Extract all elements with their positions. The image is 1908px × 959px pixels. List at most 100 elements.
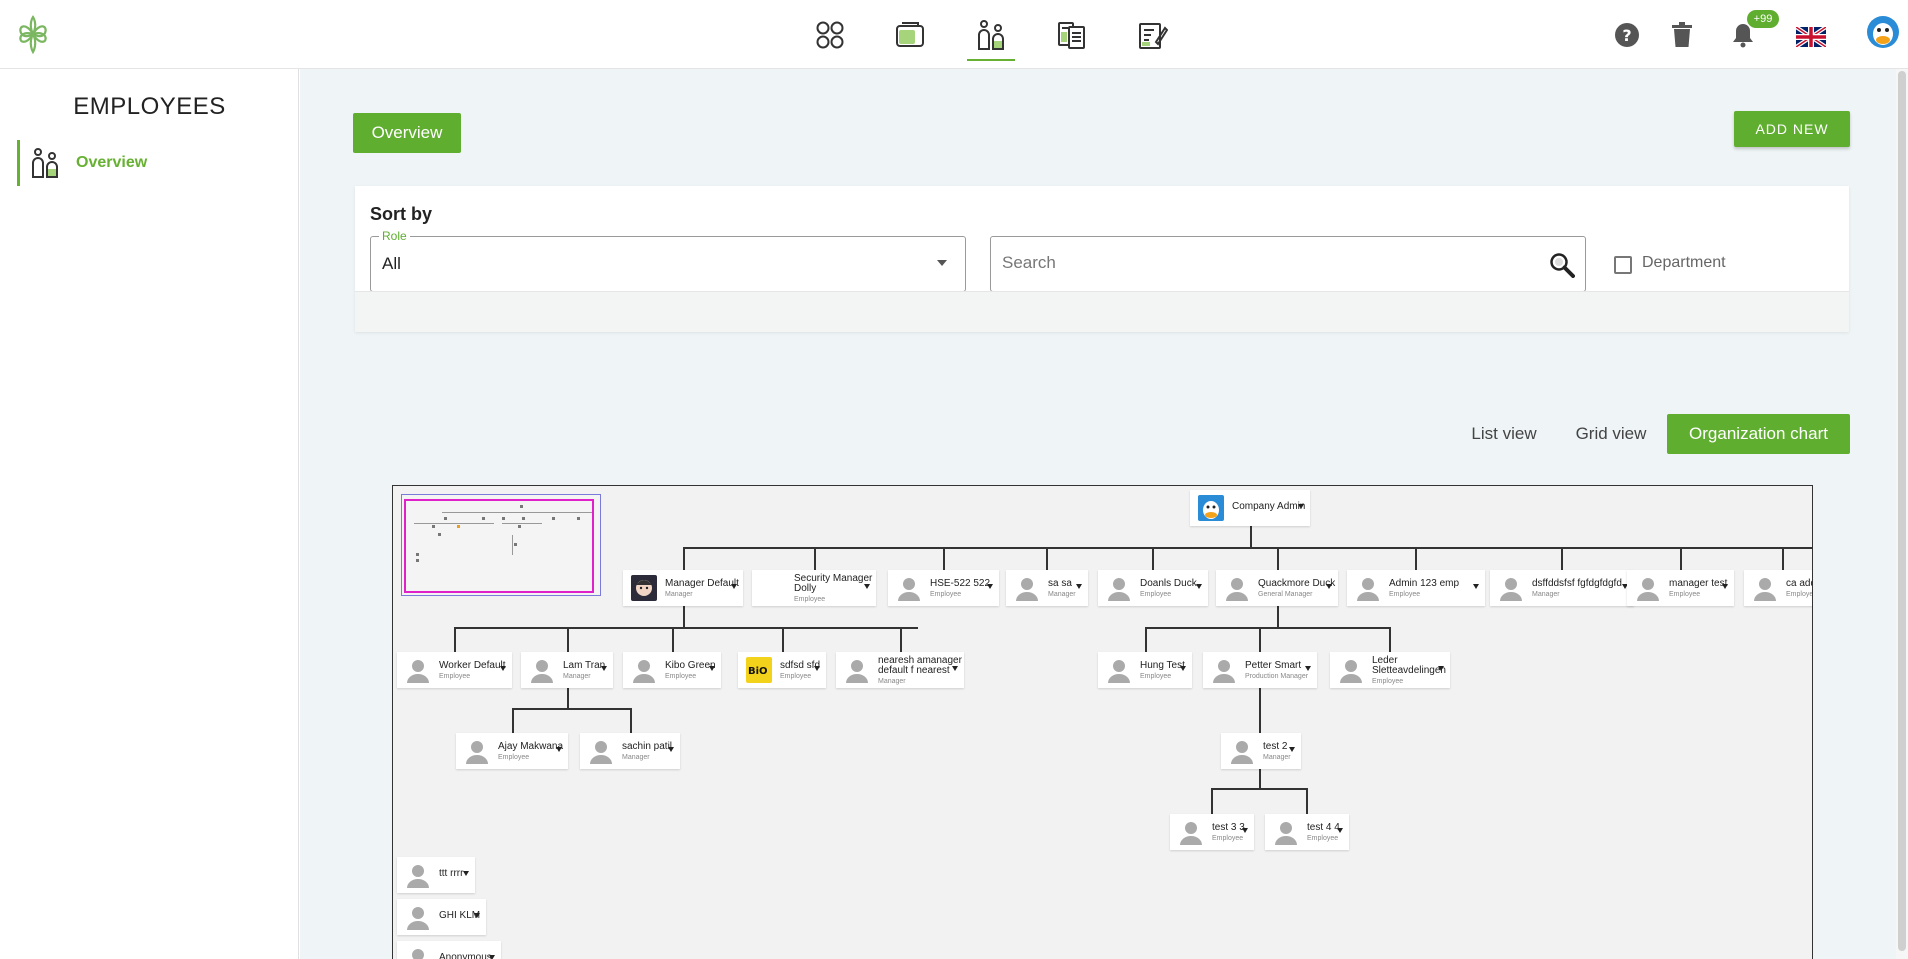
chevron-down-icon[interactable] [556,747,562,752]
org-node[interactable]: Manager Default Manager [623,570,743,606]
org-chart-minimap[interactable] [401,494,601,596]
org-node[interactable]: Petter Smart Production Manager [1203,652,1317,688]
forms-icon[interactable] [1137,18,1169,52]
employee-role: Employee [665,672,697,680]
org-node[interactable]: Lam Tran Manager [521,652,613,688]
org-node-root[interactable]: Company Admin [1190,490,1310,526]
org-connector [782,627,784,652]
app-logo[interactable] [12,14,54,56]
org-node[interactable]: dsffddsfsf fgfdgfdgfd Manager [1490,570,1634,606]
org-node[interactable]: Ajay Makwana Employee [456,733,568,769]
org-node[interactable]: Hung Test Employee [1098,652,1192,688]
org-connector [512,708,631,710]
uk-flag-icon[interactable] [1796,22,1826,52]
org-node[interactable]: HSE-522 522 Employee [888,570,999,606]
sidebar-item-overview[interactable]: Overview [17,140,277,186]
chevron-down-icon[interactable] [1242,828,1248,833]
chevron-down-icon[interactable] [1305,666,1311,671]
page-scrollbar[interactable] [1896,69,1908,959]
org-node[interactable]: Leder Sletteavdelingen Employee [1330,652,1450,688]
org-connector [683,547,1812,549]
avatar [407,865,429,888]
org-node[interactable]: sachin patil Manager [580,733,680,769]
inbox-icon[interactable] [894,18,926,52]
documents-icon[interactable] [1056,18,1088,52]
trash-icon[interactable] [1667,20,1697,50]
sort-panel: Sort by Role All Department [355,186,1849,332]
chevron-down-icon[interactable] [1180,666,1186,671]
role-select[interactable]: Role All [370,229,966,292]
chevron-down-icon[interactable] [1076,584,1082,589]
org-node[interactable]: GHI KLM [397,899,486,935]
employee-role: Manager [1532,590,1560,598]
search-input[interactable] [1002,253,1502,273]
org-node[interactable]: ca addeEmployee [1744,570,1813,606]
avatar [531,660,553,683]
avatar [1213,660,1235,683]
search-icon[interactable] [1549,252,1575,278]
tab-organization-chart[interactable]: Organization chart [1667,414,1850,454]
chevron-down-icon[interactable] [1298,504,1304,509]
org-node[interactable]: test 4 4 Employee [1265,814,1349,850]
chevron-down-icon[interactable] [1722,584,1728,589]
department-checkbox[interactable] [1614,256,1632,274]
chevron-down-icon[interactable] [864,584,870,589]
chevron-down-icon[interactable] [474,913,480,918]
tab-grid-view[interactable]: Grid view [1567,414,1655,454]
add-new-button[interactable]: ADD NEW [1734,111,1850,147]
chevron-down-icon[interactable] [1473,584,1479,589]
avatar [466,741,488,764]
org-connector [630,708,632,733]
org-node[interactable]: Admin 123 emp Employee [1347,570,1485,606]
chevron-down-icon[interactable] [1438,666,1444,671]
minimap-viewport[interactable] [404,499,594,593]
chevron-down-icon[interactable] [668,747,674,752]
org-connector [567,627,569,652]
org-node[interactable]: manager test Employee [1627,570,1734,606]
org-node[interactable]: Quackmore Duck General Manager [1216,570,1338,606]
chevron-down-icon[interactable] [1289,747,1295,752]
chevron-down-icon[interactable] [463,871,469,876]
chevron-down-icon[interactable] [1326,584,1332,589]
chevron-down-icon[interactable] [814,666,820,671]
chevron-down-icon[interactable] [952,666,958,671]
scrollbar-thumb[interactable] [1898,71,1906,951]
chevron-down-icon[interactable] [987,584,993,589]
org-node[interactable]: Worker Default Employee [397,652,512,688]
org-node[interactable]: test 3 3 Employee [1170,814,1254,850]
org-chart[interactable]: Company Admin Manager Default Manager Secur… [392,485,1813,959]
org-node[interactable]: Anonymous [397,941,501,959]
org-connector [1277,606,1279,628]
tab-list-view[interactable]: List view [1461,414,1547,454]
chevron-down-icon[interactable] [601,666,607,671]
chevron-down-icon[interactable] [731,584,737,589]
org-node[interactable]: ttt rrrr [397,857,475,893]
org-node[interactable]: Doanls Duck Employee [1098,570,1208,606]
sort-panel-footer [355,291,1849,332]
chevron-down-icon[interactable] [1337,828,1343,833]
dashboard-icon[interactable] [814,18,846,52]
avatar [898,578,920,601]
employee-role: Employee [930,590,962,598]
avatar [1016,578,1038,601]
help-icon[interactable]: ? [1612,20,1642,50]
org-connector [683,547,685,570]
overview-button[interactable]: Overview [353,113,461,153]
user-avatar[interactable] [1866,15,1900,49]
org-node[interactable]: nearesh amanager default f nearest Manage… [836,652,964,688]
chevron-down-icon[interactable] [709,666,715,671]
employees-icon[interactable] [967,18,1015,61]
chevron-down-icon[interactable] [489,955,495,959]
org-node[interactable]: Security Manager Dolly Employee [752,570,876,606]
org-node[interactable]: test 2 Manager [1221,733,1301,769]
chevron-down-icon[interactable] [500,666,506,671]
org-node[interactable]: Kibo Green Employee [623,652,721,688]
org-node[interactable]: sa sa Manager [1006,570,1088,606]
chevron-down-icon[interactable] [1196,584,1202,589]
employee-name: HSE-522 522 [930,577,991,589]
employee-name: Ajay Makwana [498,740,564,752]
avatar [1108,660,1130,683]
org-connector [672,627,674,652]
chevron-down-icon[interactable] [1812,584,1813,589]
org-node[interactable]: BiO sdfsd sfd Employee [738,652,826,688]
